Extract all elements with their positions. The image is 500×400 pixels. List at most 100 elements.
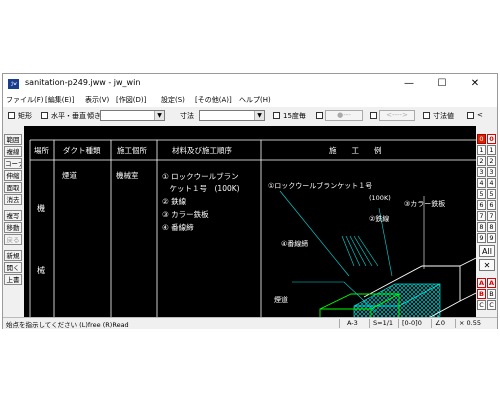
tool-chamfer[interactable]: 面取 <box>4 182 22 193</box>
window-title: sanitation-p249.jww - jw_win <box>25 78 141 87</box>
layer-1[interactable]: 1 <box>487 145 496 155</box>
layer-group-9[interactable]: 9 <box>477 233 486 243</box>
point-mode-button[interactable]: ●--- <box>325 110 363 121</box>
status-scale[interactable]: S=1/1 <box>373 319 393 327</box>
status-paper[interactable]: A-3 <box>347 319 358 327</box>
layer-group-3[interactable]: 3 <box>477 167 486 177</box>
close-icon[interactable]: ✕ <box>479 259 495 271</box>
horizontal-vertical-label: 水平・垂直 <box>51 112 86 120</box>
layer-group-A[interactable]: A <box>477 278 486 288</box>
layer-panel: 0 0 1 1 2 2 3 3 4 4 5 5 6 6 7 7 8 8 9 9 … <box>476 126 497 317</box>
rect-checkbox[interactable] <box>8 112 15 119</box>
layer-A[interactable]: A <box>487 278 496 288</box>
tool-offset[interactable]: 複線 <box>4 146 22 157</box>
place-char-1: 機 <box>37 203 45 213</box>
example-label-color-plate: ③カラー鉄板 <box>404 199 445 208</box>
duct-type-value: 煙道 <box>62 170 77 180</box>
layer-2[interactable]: 2 <box>487 156 496 166</box>
tool-new[interactable]: 新規 <box>4 250 22 261</box>
tool-erase[interactable]: 消去 <box>4 194 22 205</box>
dimension-combo[interactable]: ▼ <box>199 110 265 121</box>
menu-settings[interactable]: 設定(S) <box>161 95 185 105</box>
layer-group-5[interactable]: 5 <box>477 189 486 199</box>
layer-group-6[interactable]: 6 <box>477 200 486 210</box>
menu-bar: ファイル(F) [編集(E)] 表示(V) [作図(D)] 設定(S) [その他… <box>3 94 497 107</box>
tool-open[interactable]: 開く <box>4 262 22 273</box>
status-divider <box>431 319 432 328</box>
layer-6[interactable]: 6 <box>487 200 496 210</box>
menu-edit[interactable]: [編集(E)] <box>45 95 74 105</box>
tool-move[interactable]: 移動 <box>4 222 22 233</box>
menu-other[interactable]: [その他(A)] <box>195 95 232 105</box>
title-bar: jw sanitation-p249.jww - jw_win — ☐ ✕ <box>3 74 497 94</box>
layer-group-2[interactable]: 2 <box>477 156 486 166</box>
header-location: 施工個所 <box>117 145 147 155</box>
layer-group-7[interactable]: 7 <box>477 211 486 221</box>
menu-view[interactable]: 表示(V) <box>85 95 109 105</box>
status-angle[interactable]: ∠0 <box>435 319 445 327</box>
drawing-canvas[interactable]: 場所 ダクト種類 施工個所 材料及び施工順序 施 工 例 機 械 煙道 機械室 … <box>24 126 476 317</box>
material-3: ③ カラー鉄板 <box>162 209 209 219</box>
layer-group-0[interactable]: 0 <box>477 134 486 144</box>
header-place: 場所 <box>34 145 49 155</box>
layer-group-B[interactable]: B <box>477 289 486 299</box>
layer-group-1[interactable]: 1 <box>477 145 486 155</box>
status-layer[interactable]: [0-0]0 <box>402 319 422 327</box>
tool-copy[interactable]: 複写 <box>4 210 22 221</box>
layer-9[interactable]: 9 <box>487 233 496 243</box>
menu-file[interactable]: ファイル(F) <box>6 95 44 105</box>
dimension-value-checkbox[interactable] <box>423 112 430 119</box>
layer-3[interactable]: 3 <box>487 167 496 177</box>
layer-B[interactable]: B <box>487 289 496 299</box>
layer-7[interactable]: 7 <box>487 211 496 221</box>
layer-4[interactable]: 4 <box>487 178 496 188</box>
layer-group-8[interactable]: 8 <box>477 222 486 232</box>
drawing-svg: 場所 ダクト種類 施工個所 材料及び施工順序 施 工 例 機 械 煙道 機械室 … <box>29 139 476 317</box>
material-1: ① ロックウールブラン <box>162 171 239 181</box>
horizontal-vertical-checkbox[interactable] <box>41 112 48 119</box>
toolbar: 矩形 水平・垂直 傾き ▼ 寸法 ▼ 15度毎 ●--- <----> 寸法値 … <box>3 108 497 124</box>
status-bar: 始点を指示してください (L)free (R)Read A-3 S=1/1 [0… <box>3 317 497 329</box>
layer-5[interactable]: 5 <box>487 189 496 199</box>
tilt-label: 傾き <box>87 112 101 120</box>
layer-group-C[interactable]: C <box>477 300 486 310</box>
line-mode-button[interactable]: <----> <box>379 110 415 121</box>
example-label-flue: 煙道 <box>274 295 288 304</box>
layer-all-button[interactable]: All <box>479 245 495 257</box>
tool-range[interactable]: 範囲 <box>4 134 22 145</box>
line-mode-checkbox[interactable] <box>370 112 377 119</box>
location-value: 機械室 <box>116 170 139 180</box>
tilt-combo[interactable]: ▼ <box>100 110 165 121</box>
menu-help[interactable]: ヘルプ(H) <box>239 95 271 105</box>
status-divider <box>398 319 399 328</box>
maximize-button[interactable]: ☐ <box>428 75 456 92</box>
deg15-checkbox[interactable] <box>273 112 280 119</box>
header-example: 施 工 例 <box>329 145 382 155</box>
layer-8[interactable]: 8 <box>487 222 496 232</box>
example-label-banding: ④番線締 <box>281 239 308 248</box>
tool-corner[interactable]: コーナー <box>4 158 22 169</box>
tool-undo[interactable]: 戻る <box>4 234 22 245</box>
layer-C[interactable]: C <box>487 300 496 310</box>
material-4: ④ 番線締 <box>162 222 194 232</box>
status-zoom[interactable]: × 0.55 <box>459 319 481 327</box>
minimize-button[interactable]: — <box>395 75 423 92</box>
dimension-label: 寸法 <box>180 112 194 120</box>
point-mode-checkbox[interactable] <box>316 112 323 119</box>
tool-stretch[interactable]: 伸縮 <box>4 170 22 181</box>
layer-group-4[interactable]: 4 <box>477 178 486 188</box>
dimension-value-label: 寸法値 <box>433 112 454 120</box>
tool-save[interactable]: 上書 <box>4 274 22 285</box>
example-label-rockwool: ①ロックウールブランケット１号 <box>268 181 372 190</box>
status-divider <box>339 319 340 328</box>
status-divider <box>369 319 370 328</box>
menu-draw[interactable]: [作図(D)] <box>116 95 146 105</box>
extra-label: < <box>477 111 483 119</box>
material-2: ② 鉄線 <box>162 196 187 206</box>
header-duct-type: ダクト種類 <box>63 145 101 155</box>
jw-win-window: jw sanitation-p249.jww - jw_win — ☐ ✕ ファ… <box>2 73 498 329</box>
close-button[interactable]: ✕ <box>461 75 489 92</box>
extra-checkbox[interactable] <box>467 112 474 119</box>
layer-0[interactable]: 0 <box>487 134 496 144</box>
example-label-density: (100K) <box>369 194 391 202</box>
